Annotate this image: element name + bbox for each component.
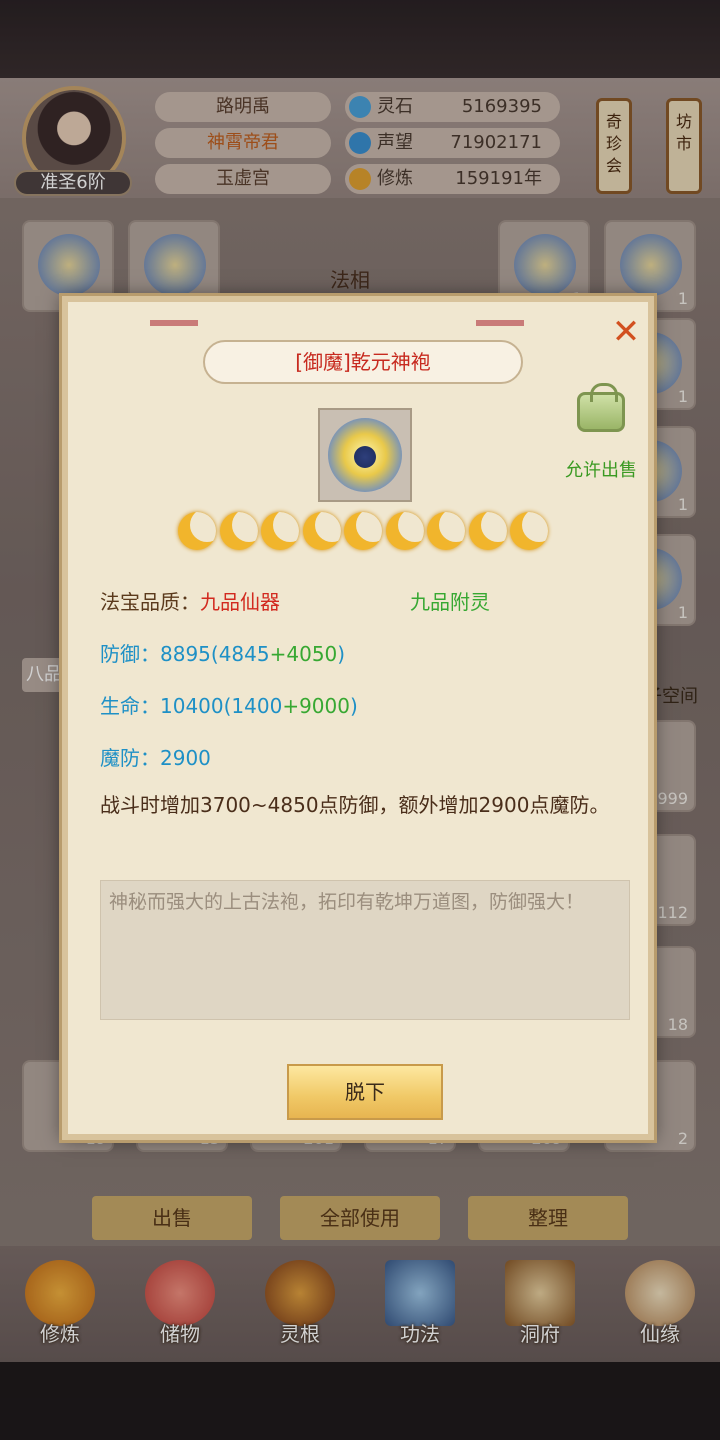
moon-star-icon [385, 512, 424, 550]
title-ornament-right [476, 320, 524, 326]
life-close: ) [349, 694, 358, 718]
magic-defense-value: 2900 [160, 746, 211, 770]
defense-close: ) [337, 642, 346, 666]
star-rating [178, 512, 548, 554]
moon-star-icon [219, 512, 258, 550]
robe-item-icon [318, 408, 412, 502]
magic-defense-row: 魔防：2900 [100, 742, 211, 771]
life-value: 10400(1400 [160, 694, 283, 718]
quality-label: 法宝品质： [100, 590, 200, 614]
allow-sale-toggle[interactable]: 允许出售 [556, 383, 646, 482]
allow-sale-label: 允许出售 [565, 460, 637, 481]
defense-bonus: +4050 [269, 642, 338, 666]
moon-star-icon [261, 512, 299, 550]
life-row: 生命：10400(1400+9000) [100, 690, 358, 719]
lock-icon [577, 383, 625, 432]
enchant-level: 九品附灵 [410, 590, 490, 614]
moon-star-icon [468, 512, 507, 550]
item-description: 神秘而强大的上古法袍，拓印有乾坤万道图，防御强大！ [100, 880, 630, 1020]
defense-label: 防御： [100, 642, 160, 666]
item-title: [御魔]乾元神袍 [295, 350, 431, 374]
title-bar: [御魔]乾元神袍 [203, 340, 523, 384]
life-bonus: +9000 [282, 694, 350, 718]
item-detail-dialog: ✕ [御魔]乾元神袍 允许出售 法宝品质：九品仙器 九品附灵 防御：8895(4… [62, 296, 654, 1140]
quality-row: 法宝品质：九品仙器 [100, 586, 280, 615]
title-ornament-left [150, 320, 198, 326]
item-effect: 战斗时增加3700~4850点防御，额外增加2900点魔防。 [100, 793, 610, 817]
moon-star-icon [427, 512, 465, 550]
quality-value: 九品仙器 [200, 590, 280, 614]
defense-value: 8895(4845 [160, 642, 270, 666]
moon-star-icon [344, 512, 382, 550]
unequip-button[interactable]: 脱下 [287, 1064, 443, 1120]
taiji-core [354, 446, 376, 468]
moon-star-icon [510, 512, 548, 550]
moon-star-icon [302, 512, 341, 550]
life-label: 生命： [100, 694, 160, 718]
close-icon[interactable]: ✕ [608, 314, 644, 350]
defense-row: 防御：8895(4845+4050) [100, 638, 345, 667]
moon-star-icon [178, 512, 216, 550]
magic-defense-label: 魔防： [100, 746, 160, 770]
